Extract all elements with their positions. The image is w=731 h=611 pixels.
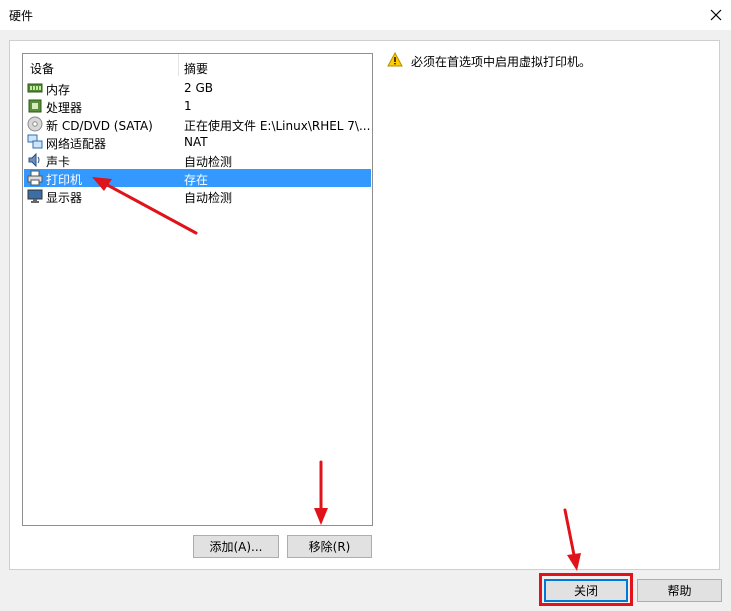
annotation-arrow <box>98 179 198 235</box>
annotation-arrow <box>563 508 577 562</box>
annotation-arrows <box>92 177 581 571</box>
